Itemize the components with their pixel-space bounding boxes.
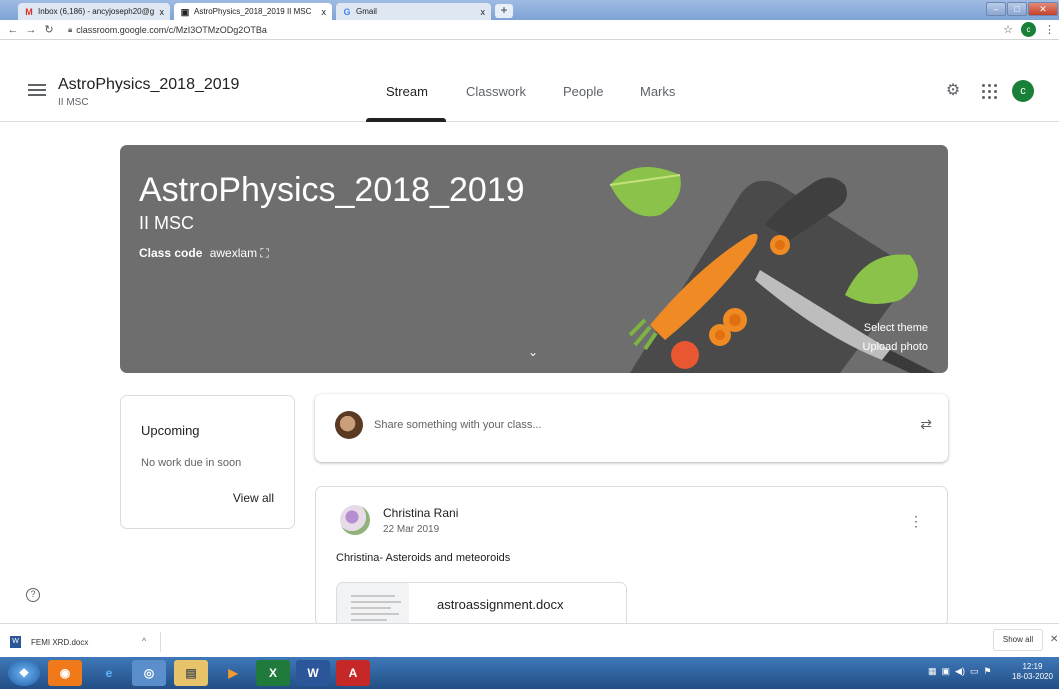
network-icon[interactable]: ▦ xyxy=(928,666,937,677)
active-tab-indicator xyxy=(366,118,446,122)
windows-taskbar: ❖ ◉ e ◎ ▤ ▶ X W A ▦ ▣ ◀) ▭ ⚑ 12:19 18-03… xyxy=(0,657,1059,689)
account-avatar[interactable]: c xyxy=(1012,80,1034,102)
view-all-link[interactable]: View all xyxy=(233,491,274,505)
tab-people[interactable]: People xyxy=(563,84,603,99)
minimize-button[interactable]: – xyxy=(986,2,1006,16)
upcoming-title: Upcoming xyxy=(141,423,200,438)
classroom-icon: ▣ xyxy=(180,6,190,17)
upcoming-empty-text: No work due in soon xyxy=(141,457,242,469)
file-explorer-icon[interactable]: ▤ xyxy=(174,660,208,686)
clock-time: 12:19 xyxy=(1022,662,1043,671)
class-code-value: awexlam xyxy=(209,246,258,260)
screen: M Inbox (6,186) - ancyjoseph20@g x ▣ Ast… xyxy=(0,0,1059,689)
show-all-button[interactable]: Show all xyxy=(993,629,1043,651)
select-theme-link[interactable]: Select theme xyxy=(864,322,928,334)
attachment-card[interactable]: astroassignment.docx xyxy=(336,582,627,627)
download-file-name: FEMI XRD.docx xyxy=(31,637,89,647)
class-section: II MSC xyxy=(58,97,89,108)
tab-title: Gmail xyxy=(356,7,377,16)
upcoming-card: Upcoming No work due in soon View all xyxy=(120,395,295,529)
post-author: Christina Rani xyxy=(383,506,459,520)
help-icon[interactable]: ? xyxy=(26,588,40,602)
tab-title: Inbox (6,186) - ancyjoseph20@g xyxy=(38,7,155,16)
hamburger-menu-icon[interactable] xyxy=(28,84,46,98)
settings-gear-icon[interactable]: ⚙ xyxy=(944,82,962,100)
system-tray: ▦ ▣ ◀) ▭ ⚑ xyxy=(928,666,992,677)
repost-icon[interactable]: ⇄ xyxy=(920,416,932,433)
post-text: Christina- Asteroids and meteoroids xyxy=(336,552,511,564)
address-bar-actions: ☆ c ⋮ xyxy=(1003,22,1055,37)
google-g-icon: G xyxy=(343,6,351,17)
tab-close-icon[interactable]: x xyxy=(322,7,327,17)
forward-icon[interactable]: → xyxy=(22,24,40,36)
document-thumbnail xyxy=(337,583,409,627)
internet-explorer-icon[interactable]: e xyxy=(92,660,126,686)
tab-stream[interactable]: Stream xyxy=(386,84,428,99)
word-icon[interactable]: W xyxy=(296,660,330,686)
chevron-up-icon[interactable]: ^ xyxy=(142,636,146,646)
class-code: Class code awexlam ⛶ xyxy=(139,246,269,261)
tab-title: AstroPhysics_2018_2019 II MSC xyxy=(194,7,312,16)
address-bar: ← → ↻ 🔒︎ classroom.google.com/c/MzI3OTMz… xyxy=(0,20,1059,40)
new-tab-button[interactable]: + xyxy=(495,4,513,18)
browser-tab-inbox[interactable]: M Inbox (6,186) - ancyjoseph20@g x xyxy=(18,3,170,20)
download-item[interactable]: W FEMI XRD.docx ^ xyxy=(6,632,161,652)
clock-date: 18-03-2020 xyxy=(1012,672,1053,681)
google-apps-icon[interactable] xyxy=(982,84,998,100)
browser-profile-avatar[interactable]: c xyxy=(1021,22,1036,37)
post-date: 22 Mar 2019 xyxy=(383,524,440,535)
cutting-board-illustration xyxy=(609,167,935,373)
download-shelf: W FEMI XRD.docx ^ Show all ✕ xyxy=(0,623,1059,657)
browser-menu-icon[interactable]: ⋮ xyxy=(1044,23,1055,36)
close-icon[interactable]: ✕ xyxy=(1050,634,1058,645)
acrobat-icon[interactable]: A xyxy=(336,660,370,686)
browser-tab-strip: M Inbox (6,186) - ancyjoseph20@g x ▣ Ast… xyxy=(0,0,1059,20)
battery-icon[interactable]: ▭ xyxy=(970,666,979,677)
word-doc-icon: W xyxy=(10,636,21,648)
author-avatar xyxy=(340,505,370,535)
browser-tab-gmail[interactable]: G Gmail x xyxy=(336,3,491,20)
tab-classwork[interactable]: Classwork xyxy=(466,84,526,99)
tab-close-icon[interactable]: x xyxy=(481,7,486,17)
upload-photo-link[interactable]: Upload photo xyxy=(863,341,928,353)
lock-icon: 🔒︎ xyxy=(68,24,73,34)
fullscreen-icon[interactable]: ⛶ xyxy=(260,246,268,260)
media-player-icon[interactable]: ▶ xyxy=(216,660,250,686)
firefox-icon[interactable]: ◉ xyxy=(48,660,82,686)
back-icon[interactable]: ← xyxy=(4,24,22,36)
bookmark-star-icon[interactable]: ☆ xyxy=(1003,23,1013,36)
banner-title[interactable]: AstroPhysics_2018_2019 xyxy=(139,171,525,210)
gmail-m-icon: M xyxy=(25,6,33,17)
volume-icon[interactable]: ◀) xyxy=(955,666,965,677)
attachment-name[interactable]: astroassignment.docx xyxy=(437,597,563,612)
chevron-down-icon[interactable]: ⌄ xyxy=(528,345,538,359)
share-input[interactable]: Share something with your class... xyxy=(374,419,542,431)
stream-post: Christina Rani 22 Mar 2019 ⋮ Christina- … xyxy=(315,486,948,627)
excel-icon[interactable]: X xyxy=(256,660,290,686)
maximize-button[interactable]: □ xyxy=(1007,2,1027,16)
tab-close-icon[interactable]: x xyxy=(160,7,165,17)
class-title[interactable]: AstroPhysics_2018_2019 xyxy=(58,76,239,94)
start-button[interactable]: ❖ xyxy=(8,660,40,686)
banner-section: II MSC xyxy=(139,213,195,233)
display-icon[interactable]: ▣ xyxy=(942,666,951,677)
browser-tab-classroom[interactable]: ▣ AstroPhysics_2018_2019 II MSC x xyxy=(174,3,332,20)
flag-icon[interactable]: ⚑ xyxy=(983,666,991,677)
reload-icon[interactable]: ↻ xyxy=(40,23,58,36)
class-banner: AstroPhysics_2018_2019 II MSC Class code… xyxy=(120,145,948,373)
url-field[interactable]: classroom.google.com/c/MzI3OTMzODg2OTBa xyxy=(76,25,267,35)
clock[interactable]: 12:19 18-03-2020 xyxy=(1012,662,1053,682)
class-code-label: Class code xyxy=(139,246,203,260)
chrome-icon[interactable]: ◎ xyxy=(132,660,166,686)
share-box[interactable]: Share something with your class... ⇄ xyxy=(315,394,948,462)
window-close-button[interactable]: ✕ xyxy=(1028,2,1058,16)
more-options-icon[interactable]: ⋮ xyxy=(909,513,923,530)
user-avatar xyxy=(335,411,363,439)
tab-marks[interactable]: Marks xyxy=(640,84,675,99)
